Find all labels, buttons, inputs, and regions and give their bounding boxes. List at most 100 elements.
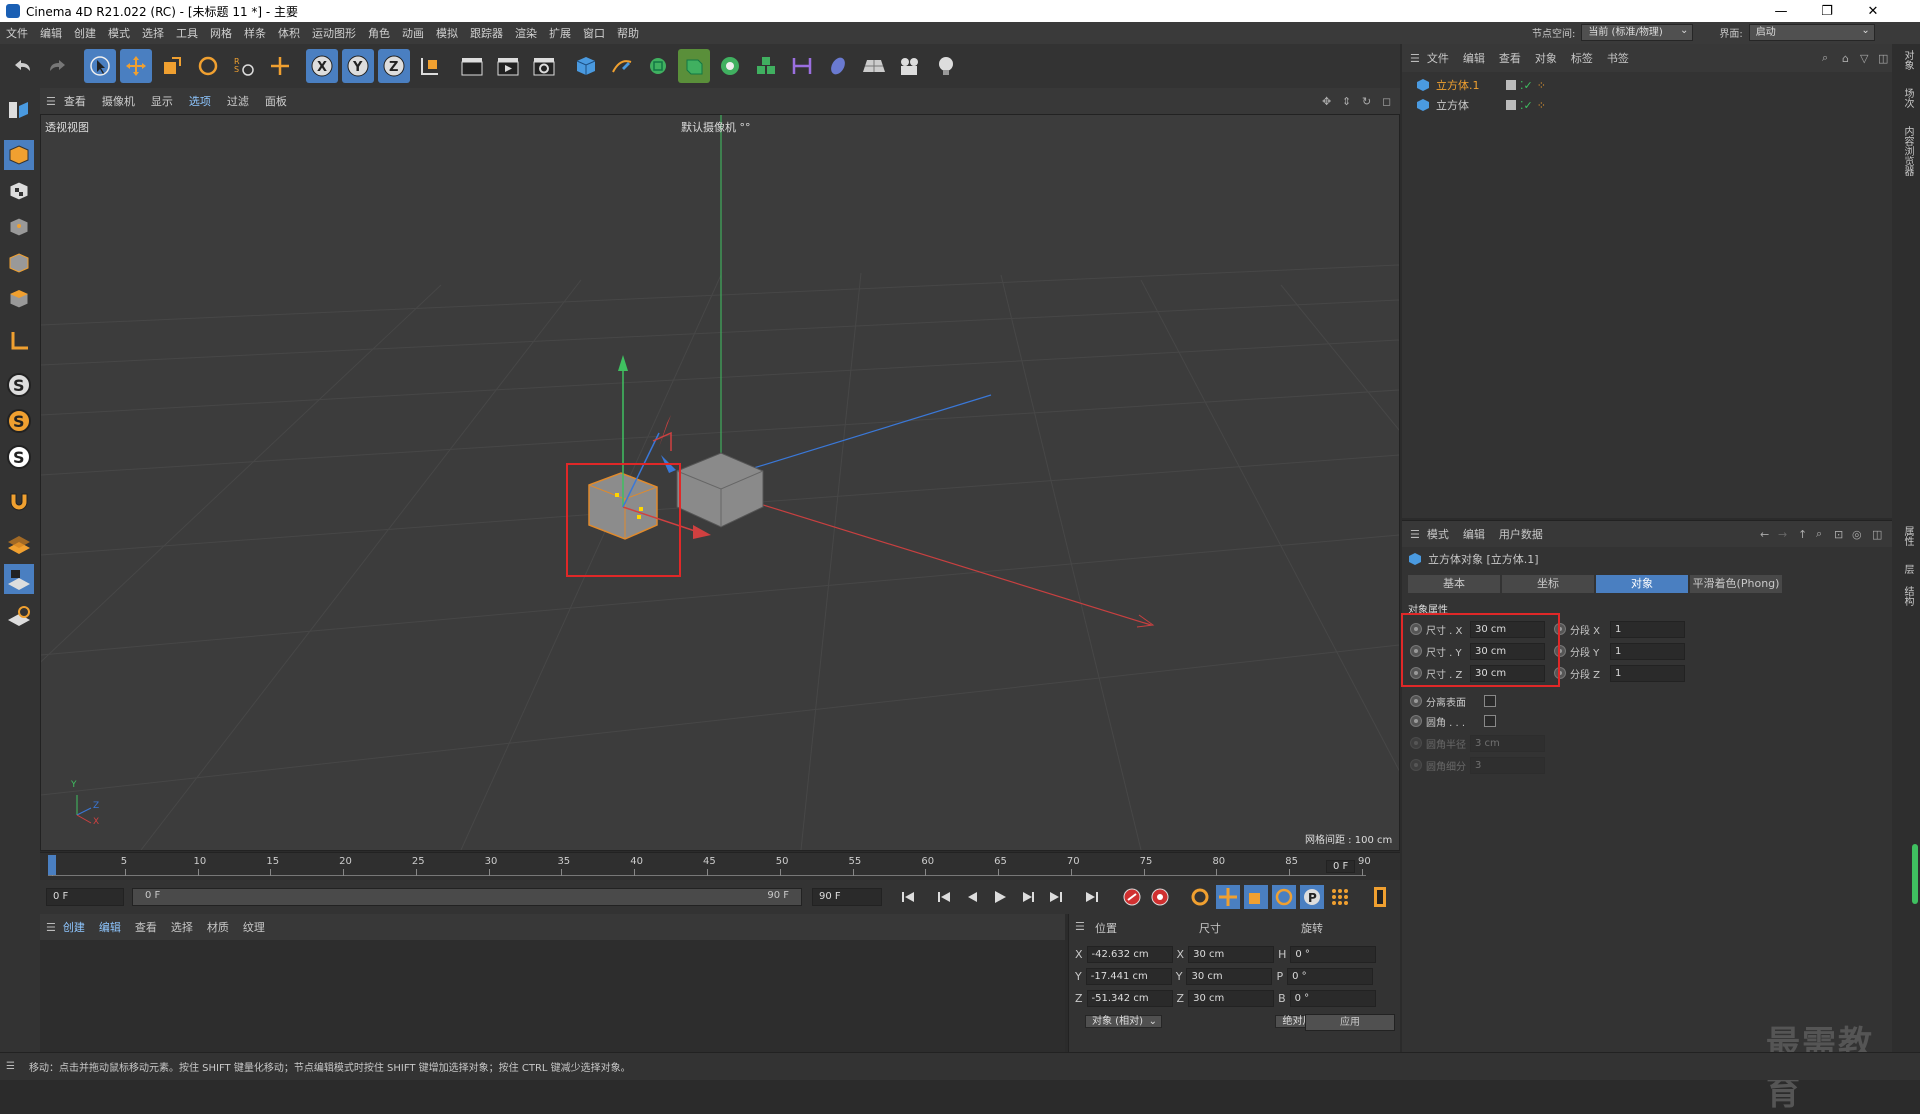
viewport-maximize-icon[interactable]: ◻ [1382,95,1391,108]
x-axis-lock-button[interactable]: X [306,49,338,83]
menu-tools[interactable]: 工具 [170,25,204,41]
play-button[interactable] [988,885,1012,909]
viewport-menu-panel[interactable]: 面板 [257,93,295,109]
menu-window[interactable]: 窗口 [577,25,611,41]
tab-phong[interactable]: 平滑着色(Phong) [1690,575,1782,593]
redo-button[interactable] [42,49,74,83]
attr-menu-mode[interactable]: 模式 [1420,526,1456,542]
points-mode-button[interactable] [4,212,34,242]
attr-lock-icon[interactable]: ⊡ [1834,528,1843,541]
separate-surfaces-checkbox[interactable] [1484,695,1496,707]
key-rotation-button[interactable] [1272,885,1296,909]
keyframe-radio-icon[interactable] [1410,715,1422,727]
key-scale-button[interactable] [1244,885,1268,909]
attr-search-icon[interactable]: ⌕ [1816,527,1822,541]
material-menu-material[interactable]: 材质 [200,919,236,935]
side-tab-layers[interactable]: 层 [1900,564,1915,574]
coords-menu-icon[interactable]: ☰ [1075,920,1085,933]
node-space-select[interactable]: 当前 (标准/物理) [1581,23,1694,41]
viewport-menu-view[interactable]: 查看 [56,93,94,109]
side-tab-attributes[interactable]: 属性 [1900,526,1915,546]
material-area[interactable] [40,940,1065,1052]
cube-object[interactable] [676,452,764,528]
side-tab-structure[interactable]: 结构 [1900,586,1915,606]
object-filter-icon[interactable]: ▽ [1860,52,1868,65]
minimize-button[interactable]: — [1758,0,1804,22]
tweak-mode-button[interactable] [4,486,34,516]
extrude-button[interactable] [678,49,710,83]
rotate-tool-button[interactable] [192,49,224,83]
cube-primitive-button[interactable] [570,49,602,83]
object-menu-edit[interactable]: 编辑 [1456,50,1492,66]
frame-range-slider[interactable]: 0 F 90 F [132,888,802,906]
previous-frame-button[interactable] [960,885,984,909]
texture-mode-button[interactable] [4,176,34,206]
restore-button[interactable]: ❐ [1804,0,1850,22]
size-y-field[interactable]: 30 cm [1186,967,1273,985]
render-settings-button[interactable] [528,49,560,83]
attr-new-window-icon[interactable]: ◫ [1872,528,1882,541]
object-row-cube[interactable]: 立方体 ⁚✓ ⁘ [1416,96,1546,114]
size-z-field[interactable]: 30 cm [1188,989,1275,1007]
move-tool-button[interactable] [120,49,152,83]
visibility-dots-icon[interactable]: ⁚✓ [1520,79,1533,92]
object-home-icon[interactable]: ⌂ [1842,52,1849,65]
menu-help[interactable]: 帮助 [611,25,645,41]
object-menu-icon[interactable]: ☰ [1410,52,1420,65]
polygons-mode-button[interactable] [4,284,34,314]
subdivision-surface-button[interactable] [642,49,674,83]
position-z-field[interactable]: -51.342 cm [1086,989,1173,1007]
viewport-menu-icon[interactable]: ☰ [46,95,56,108]
timeline-ruler[interactable]: 051015202530354045505560657075808590 0 F [40,852,1400,880]
tab-basic[interactable]: 基本 [1408,575,1500,593]
cloner-button[interactable] [714,49,746,83]
side-scroll-indicator[interactable] [1912,844,1918,904]
side-tab-objects[interactable]: 对象 [1900,50,1915,70]
key-parameter-button[interactable]: P [1300,885,1324,909]
visibility-dots-icon[interactable]: ⁚✓ [1520,99,1533,112]
segments-x-input[interactable]: 1 [1610,620,1685,638]
attr-menu-icon[interactable]: ☰ [1410,528,1420,541]
make-editable-button[interactable] [4,94,34,124]
go-to-end-button[interactable] [1080,885,1104,909]
tag-icon[interactable]: ⁘ [1537,79,1546,92]
menu-extensions[interactable]: 扩展 [543,25,577,41]
viewport-move-icon[interactable]: ✥ [1322,95,1331,108]
z-axis-lock-button[interactable]: Z [378,49,410,83]
field-button[interactable] [822,49,854,83]
up-arrow-icon[interactable]: ↑ [1798,528,1807,541]
end-frame-field[interactable]: 90 F [812,888,882,906]
size-x-field[interactable]: 30 cm [1188,945,1275,963]
menu-spline[interactable]: 样条 [238,25,272,41]
object-search-icon[interactable]: ⌕ [1822,51,1828,65]
snap-enable-button[interactable]: S [4,370,34,400]
menu-simulate[interactable]: 模拟 [430,25,464,41]
tag-icon[interactable]: ⁘ [1537,99,1546,112]
timeline-layout-button[interactable] [1368,885,1392,909]
viewport-rotate-icon[interactable]: ↻ [1362,95,1371,108]
tab-coordinates[interactable]: 坐标 [1502,575,1594,593]
layer-toggle-icon[interactable] [1506,100,1516,110]
rotation-p-field[interactable]: 0 ° [1287,967,1374,985]
layout-select[interactable]: 启动 [1748,23,1875,41]
rotation-b-field[interactable]: 0 ° [1289,989,1376,1007]
menu-mesh[interactable]: 网格 [204,25,238,41]
viewport-dolly-icon[interactable]: ⇕ [1342,95,1351,108]
segments-z-input[interactable]: 1 [1610,664,1685,682]
pen-spline-button[interactable] [606,49,638,83]
forward-arrow-icon[interactable]: → [1778,528,1787,541]
autokey-button[interactable] [1148,885,1172,909]
viewport-menu-options[interactable]: 选项 [181,93,219,109]
tab-object[interactable]: 对象 [1596,575,1688,593]
undo-button[interactable] [6,49,38,83]
menu-create[interactable]: 创建 [68,25,102,41]
workplane-button[interactable] [4,528,34,558]
menu-mograph[interactable]: 运动图形 [306,25,362,41]
material-menu-create[interactable]: 创建 [56,919,92,935]
viewport-menu-display[interactable]: 显示 [143,93,181,109]
object-menu-view[interactable]: 查看 [1492,50,1528,66]
menu-render[interactable]: 渲染 [509,25,543,41]
menu-volume[interactable]: 体积 [272,25,306,41]
material-menu-icon[interactable]: ☰ [46,921,56,934]
side-tab-content-browser[interactable]: 内容浏览器 [1900,126,1915,176]
